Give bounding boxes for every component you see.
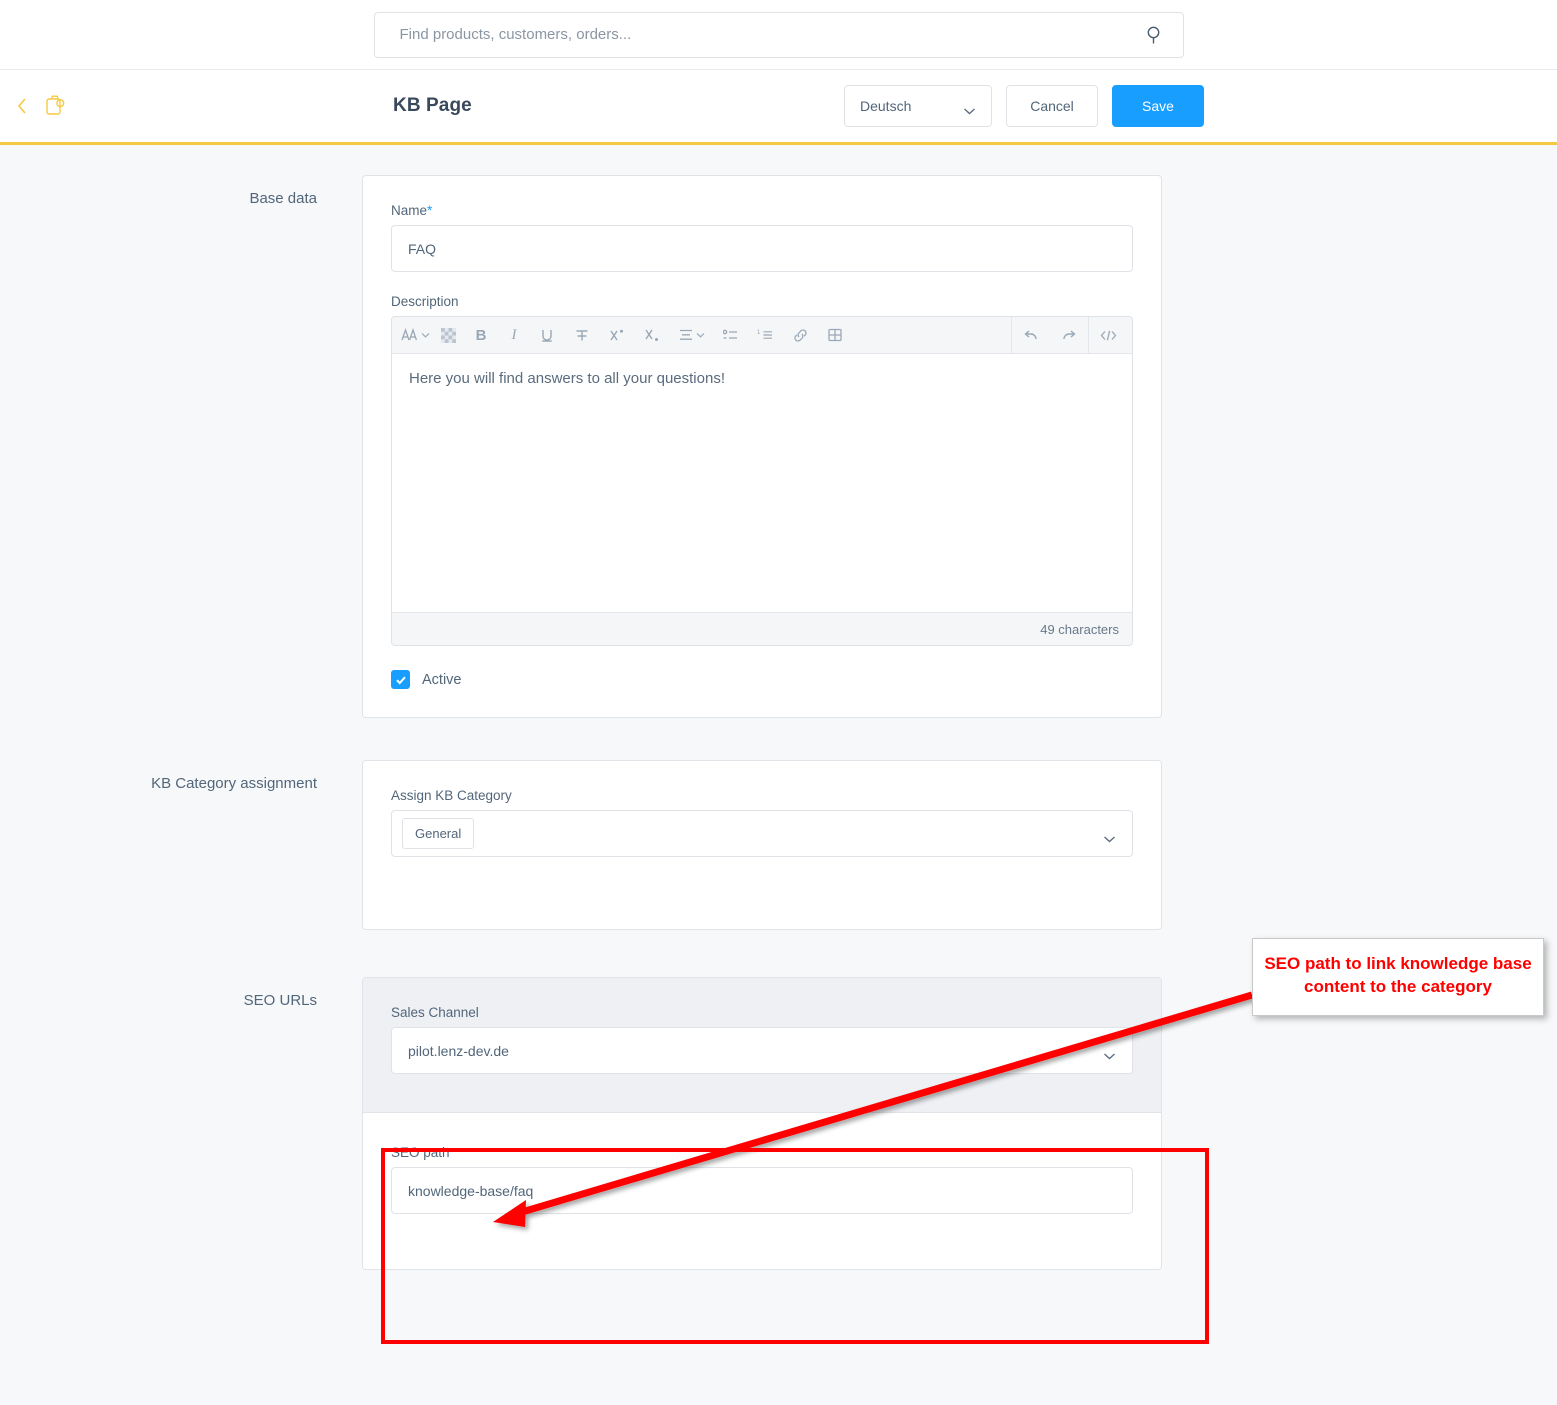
name-label-text: Name	[391, 203, 428, 218]
undo-icon[interactable]	[1012, 317, 1050, 353]
page-content: Base data Name* Description	[0, 145, 1557, 1270]
search-box[interactable]	[373, 11, 1184, 58]
align-icon[interactable]	[674, 317, 710, 353]
kb-category-card: Assign KB Category General	[362, 760, 1162, 930]
section-base-data: Base data Name* Description	[0, 175, 1557, 718]
active-checkbox-label: Active	[422, 671, 462, 688]
required-asterisk: *	[427, 203, 433, 218]
italic-icon[interactable]: I	[501, 317, 527, 353]
chevron-down-icon	[1103, 1047, 1116, 1059]
description-field-group: Description B I 1 Here you will find ans…	[391, 294, 1133, 646]
superscript-icon[interactable]	[604, 317, 630, 353]
save-button[interactable]: Save	[1112, 85, 1204, 127]
chevron-down-icon	[963, 102, 976, 115]
editor-footer: 49 characters	[392, 612, 1132, 645]
editor-content[interactable]: Here you will find answers to all your q…	[392, 354, 1132, 612]
cancel-button[interactable]: Cancel	[1006, 85, 1098, 127]
language-select-value: Deutsch	[860, 98, 912, 114]
base-data-card: Name* Description	[362, 175, 1162, 718]
source-code-icon[interactable]	[1089, 317, 1128, 353]
section-seo-urls: SEO URLs Sales Channel pilot.lenz-dev.de…	[0, 977, 1557, 1270]
section-label-base-data: Base data	[249, 190, 317, 207]
editor-toolbar: B I 1	[392, 317, 1132, 354]
assign-kb-category-select[interactable]: General	[391, 810, 1133, 857]
rich-text-editor: B I 1 Here you will find answers to all …	[391, 316, 1133, 646]
category-chip-general[interactable]: General	[402, 818, 475, 849]
sales-channel-value: pilot.lenz-dev.de	[408, 1042, 509, 1059]
seo-path-section: SEO path	[363, 1112, 1161, 1269]
table-icon[interactable]	[822, 317, 848, 353]
header-left-group	[14, 94, 66, 118]
global-search-bar	[0, 0, 1557, 70]
strikethrough-icon[interactable]	[569, 317, 595, 353]
subscript-icon[interactable]	[639, 317, 665, 353]
seo-path-input[interactable]	[391, 1167, 1133, 1214]
seo-urls-card: Sales Channel pilot.lenz-dev.de SEO path	[362, 977, 1162, 1270]
chevron-left-icon[interactable]	[14, 95, 30, 117]
character-count: 49 characters	[1040, 621, 1119, 637]
link-icon[interactable]	[787, 317, 813, 353]
font-size-icon[interactable]	[396, 317, 435, 353]
clipboard-icon[interactable]	[44, 94, 66, 118]
text-color-icon[interactable]	[435, 317, 461, 353]
svg-text:1: 1	[757, 330, 761, 336]
bullet-list-icon[interactable]	[717, 317, 743, 353]
description-label: Description	[391, 294, 459, 309]
bold-icon[interactable]: B	[468, 317, 494, 353]
page-header: KB Page Deutsch Cancel Save	[0, 70, 1557, 145]
name-field-group: Name*	[391, 203, 1133, 272]
header-actions: Deutsch Cancel Save	[844, 85, 1204, 127]
seo-sales-channel-section: Sales Channel pilot.lenz-dev.de	[363, 978, 1161, 1112]
name-input[interactable]	[391, 225, 1133, 272]
redo-icon[interactable]	[1050, 317, 1088, 353]
active-checkbox[interactable]	[391, 670, 410, 689]
underline-icon[interactable]	[534, 317, 560, 353]
sales-channel-select[interactable]: pilot.lenz-dev.de	[391, 1027, 1133, 1074]
chevron-down-icon	[1103, 830, 1116, 842]
section-label-seo-urls: SEO URLs	[243, 992, 317, 1009]
seo-path-label: SEO path	[391, 1145, 450, 1160]
page-title: KB Page	[393, 95, 472, 116]
section-kb-category: KB Category assignment Assign KB Categor…	[0, 760, 1557, 930]
section-label-kb-category: KB Category assignment	[151, 775, 317, 792]
search-input[interactable]	[399, 26, 1145, 43]
sales-channel-label: Sales Channel	[391, 1005, 479, 1020]
language-select[interactable]: Deutsch	[844, 85, 992, 127]
assign-kb-category-label: Assign KB Category	[391, 788, 512, 803]
active-checkbox-row[interactable]: Active	[391, 670, 1133, 689]
search-icon[interactable]	[1145, 25, 1165, 45]
name-label: Name*	[391, 203, 1133, 218]
ordered-list-icon[interactable]: 1	[752, 317, 778, 353]
